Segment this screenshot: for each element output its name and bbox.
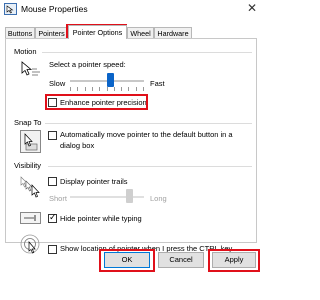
ok-button-highlight (99, 249, 155, 272)
trails-length-slider[interactable] (125, 189, 133, 203)
tab-pointer-options[interactable]: Pointer Options (68, 25, 127, 39)
hide-pointer-icon (20, 209, 42, 229)
long-label: Long (150, 194, 167, 203)
visibility-section-title: Visibility (14, 161, 41, 170)
tab-pointers[interactable]: Pointers (35, 27, 68, 38)
ctrl-location-icon (20, 234, 42, 258)
snap-to-label-line1: Automatically move pointer to the defaul… (60, 130, 233, 139)
short-label: Short (49, 194, 67, 203)
speed-tick (121, 87, 123, 91)
hide-pointer-checkbox[interactable] (48, 212, 57, 223)
speed-tick (106, 87, 108, 91)
title-bar: Mouse Properties ✕ (0, 0, 264, 19)
slow-label: Slow (49, 79, 66, 88)
ctrl-location-checkbox[interactable] (48, 245, 57, 254)
pointer-speed-label: Select a pointer speed: (49, 60, 126, 69)
window-title: Mouse Properties (21, 4, 88, 14)
pointer-speed-ticks (70, 87, 144, 91)
speed-tick (128, 87, 130, 91)
pointer-speed-slider[interactable] (107, 73, 115, 87)
snap-to-checkbox[interactable] (48, 131, 57, 140)
speed-tick (70, 87, 71, 91)
enhance-precision-highlight (45, 94, 148, 110)
mouse-properties-icon (4, 3, 17, 15)
tab-buttons[interactable]: Buttons (5, 27, 35, 38)
speed-tick (99, 87, 101, 91)
visibility-divider (48, 166, 252, 167)
speed-tick (91, 87, 93, 91)
motion-section-title: Motion (14, 47, 37, 56)
tab-wheel[interactable]: Wheel (127, 27, 154, 38)
pointer-trails-icon (20, 176, 44, 200)
speed-tick (77, 87, 79, 91)
speed-tick (143, 87, 144, 91)
hide-pointer-label: Hide pointer while typing (60, 214, 142, 223)
fast-label: Fast (150, 79, 165, 88)
tab-hardware[interactable]: Hardware (154, 27, 192, 38)
close-icon[interactable]: ✕ (247, 1, 257, 15)
speed-tick (84, 87, 86, 91)
pointer-speed-icon (20, 60, 42, 82)
pointer-trails-checkbox[interactable] (48, 177, 57, 186)
speed-tick (113, 87, 115, 91)
pointer-trails-label: Display pointer trails (60, 177, 128, 186)
snap-to-section-title: Snap To (14, 118, 42, 127)
pointer-options-panel (5, 38, 257, 243)
motion-divider (42, 52, 252, 53)
speed-tick (135, 87, 137, 91)
snap-to-label-line2: dialog box (60, 141, 95, 150)
snap-to-icon (20, 130, 42, 156)
snap-to-divider (45, 123, 252, 124)
apply-button-highlight (208, 249, 260, 272)
cancel-button[interactable]: Cancel (158, 252, 204, 268)
trails-length-track[interactable] (70, 196, 144, 198)
